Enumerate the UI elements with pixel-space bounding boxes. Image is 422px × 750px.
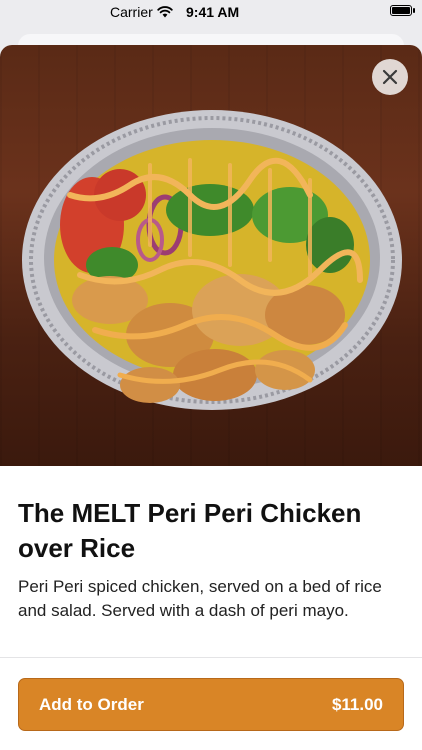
item-info: The MELT Peri Peri Chicken over Rice Per…: [18, 496, 404, 623]
close-icon: [382, 69, 398, 85]
carrier-label: Carrier: [110, 4, 153, 20]
item-title: The MELT Peri Peri Chicken over Rice: [18, 498, 362, 563]
add-to-order-label: Add to Order: [39, 694, 144, 714]
divider: [0, 657, 422, 658]
carrier-group: Carrier: [110, 4, 173, 20]
add-to-order-button[interactable]: Add to Order $11.00: [18, 678, 404, 731]
item-detail-sheet: The MELT Peri Peri Chicken over Rice Per…: [0, 45, 422, 750]
food-illustration: [22, 110, 402, 410]
item-price: $11.00: [331, 694, 383, 714]
food-photo: [0, 45, 422, 466]
status-bar: Carrier 9:41 AM: [0, 0, 422, 24]
wifi-icon: [157, 6, 173, 18]
clock: 9:41 AM: [186, 4, 240, 20]
battery-tip: [413, 8, 415, 13]
close-button[interactable]: [372, 59, 408, 95]
item-description: Peri Peri spiced chicken, served on a be…: [18, 577, 382, 620]
battery-icon: [390, 5, 412, 16]
